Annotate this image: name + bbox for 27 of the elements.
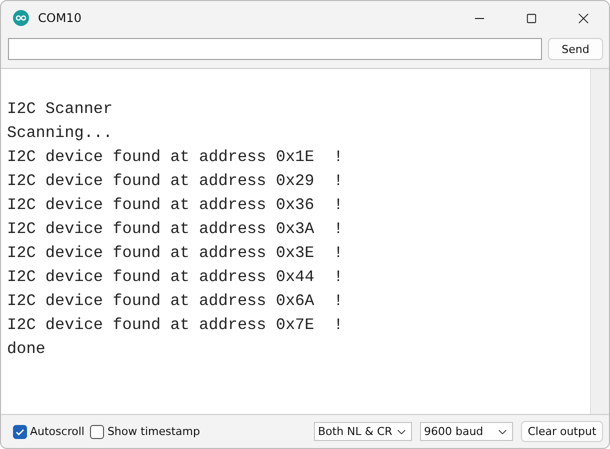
dropdown[interactable]: Both NL & CR bbox=[314, 422, 412, 441]
output-line: I2C device found at address 0x1E ! bbox=[7, 147, 344, 168]
output-line: I2C device found at address 0x3A ! bbox=[7, 219, 344, 240]
caret-icon bbox=[397, 428, 406, 434]
output-line: I2C device found at address 0x44 ! bbox=[7, 267, 344, 288]
message-input-field[interactable] bbox=[8, 38, 542, 60]
caret-icon bbox=[498, 428, 507, 434]
output-line: I2C device found at address 0x3E ! bbox=[7, 243, 344, 264]
output-line: I2C device found at address 0x36 ! bbox=[7, 195, 344, 216]
send-button[interactable]: Send bbox=[548, 38, 603, 60]
output-line: Scanning... bbox=[7, 123, 114, 144]
output-line: I2C device found at address 0x7E ! bbox=[7, 315, 344, 336]
output-line: I2C device found at address 0x6A ! bbox=[7, 291, 344, 312]
clear-output-button[interactable]: Clear output bbox=[521, 421, 603, 442]
output-line: I2C device found at address 0x29 ! bbox=[7, 171, 344, 192]
window-title: COM10 bbox=[38, 11, 82, 25]
maximize-icon[interactable] bbox=[526, 12, 537, 24]
checkbox-label: Show timestamp bbox=[107, 425, 200, 438]
scrollbar[interactable] bbox=[590, 69, 609, 414]
app-logo-icon bbox=[13, 10, 29, 26]
checkbox-label: Autoscroll bbox=[30, 425, 84, 438]
close-icon[interactable] bbox=[578, 12, 589, 24]
checkbox[interactable] bbox=[13, 424, 27, 438]
output-line: done bbox=[7, 339, 46, 360]
checkbox[interactable] bbox=[90, 424, 104, 438]
dropdown[interactable]: 9600 baud bbox=[420, 422, 513, 441]
output-line: I2C Scanner bbox=[7, 99, 114, 120]
